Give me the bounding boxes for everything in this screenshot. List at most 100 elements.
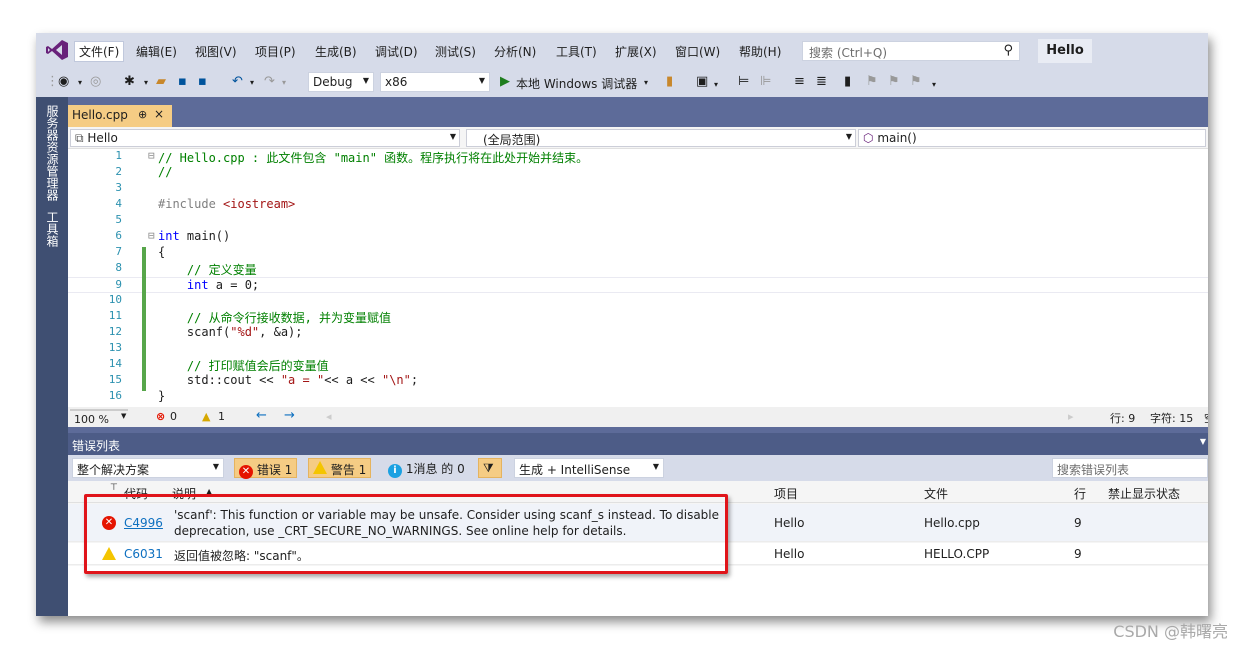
quick-launch-search[interactable]: 搜索 (Ctrl+Q) ⚲ bbox=[802, 41, 1020, 61]
menu-window[interactable]: 窗口(W) bbox=[675, 43, 720, 60]
redo-icon[interactable]: ↷ bbox=[264, 74, 275, 89]
undo-icon[interactable]: ↶ bbox=[232, 74, 243, 89]
screenshot-icon[interactable]: ▣ bbox=[696, 74, 708, 89]
prev-bookmark-icon[interactable]: ⚑ bbox=[866, 74, 878, 89]
code-area[interactable]: 1 ⊟// Hello.cpp : 此文件包含 "main" 函数。程序执行将在此… bbox=[68, 149, 1208, 407]
code-line[interactable]: 13 bbox=[68, 341, 1208, 357]
build-source-select[interactable]: 生成 + IntelliSense ▼ bbox=[514, 458, 664, 478]
save-all-icon[interactable]: ▪ bbox=[198, 74, 207, 89]
project-dropdown[interactable]: ⧉ Hello ▼ bbox=[70, 129, 460, 147]
comment-icon[interactable]: ≡ bbox=[794, 74, 805, 89]
configuration-select[interactable]: Debug ▼ bbox=[308, 72, 374, 92]
code-line[interactable]: 4 #include <iostream> bbox=[68, 197, 1208, 213]
warning-count-icon[interactable]: ▲ bbox=[202, 410, 210, 423]
column-suppression[interactable]: 禁止显示状态 bbox=[1108, 485, 1180, 502]
start-debug-button[interactable]: 本地 Windows 调试器 bbox=[516, 75, 637, 92]
filter-column-icon[interactable]: ⊤ bbox=[110, 483, 118, 493]
errors-filter-label: 错误 1 bbox=[256, 463, 293, 477]
outdent-icon[interactable]: ⊫ bbox=[760, 74, 771, 89]
configuration-value: Debug bbox=[313, 75, 353, 89]
error-count-icon[interactable]: ⊗ bbox=[156, 410, 165, 423]
next-bookmark-icon[interactable]: ⚑ bbox=[888, 74, 900, 89]
panel-menu-icon[interactable]: ▼ bbox=[1200, 437, 1206, 446]
code-line[interactable]: 14 // 打印赋值会后的变量值 bbox=[68, 357, 1208, 373]
back-dropdown-icon[interactable]: ▾ bbox=[78, 78, 82, 87]
forward-icon[interactable]: ◎ bbox=[90, 74, 101, 89]
fold-toggle-icon[interactable]: ⊟ bbox=[148, 149, 155, 162]
column-file[interactable]: 文件 bbox=[924, 485, 948, 502]
redo-dropdown-icon[interactable]: ▾ bbox=[282, 78, 286, 87]
fold-toggle-icon[interactable]: ⊟ bbox=[148, 229, 155, 242]
scope-filter-select[interactable]: 整个解决方案 ▼ bbox=[72, 458, 224, 478]
code-line[interactable]: 15 std::cout << "a = "<< a << "\n"; bbox=[68, 373, 1208, 389]
bookmark-icon[interactable]: ▮ bbox=[844, 74, 851, 89]
back-icon[interactable]: ◉ bbox=[58, 74, 69, 89]
code-line[interactable]: 8 // 定义变量 bbox=[68, 261, 1208, 277]
code-line[interactable]: 3 bbox=[68, 181, 1208, 197]
column-line[interactable]: 行 bbox=[1074, 485, 1086, 502]
zoom-value: 100 % bbox=[74, 413, 109, 426]
errors-filter-button[interactable]: ✕ 错误 1 bbox=[234, 458, 298, 479]
menu-test[interactable]: 测试(S) bbox=[435, 43, 476, 60]
undo-dropdown-icon[interactable]: ▾ bbox=[250, 78, 254, 87]
warnings-filter-button[interactable]: 警告 1 bbox=[308, 458, 372, 478]
code-line[interactable]: 7{ bbox=[68, 245, 1208, 261]
pin-icon[interactable]: ⊕ bbox=[138, 108, 147, 121]
find-in-files-icon[interactable]: ▮ bbox=[666, 74, 673, 89]
column-project[interactable]: 项目 bbox=[774, 485, 798, 502]
menu-analyze[interactable]: 分析(N) bbox=[494, 43, 536, 60]
toolbox-tab[interactable]: 工具箱 bbox=[44, 211, 61, 247]
project-value: Hello bbox=[87, 131, 118, 145]
indent-icon[interactable]: ⊨ bbox=[738, 74, 749, 89]
error-list-search-input[interactable]: 搜索错误列表 bbox=[1052, 458, 1208, 478]
menu-help[interactable]: 帮助(H) bbox=[739, 43, 781, 60]
menu-build[interactable]: 生成(B) bbox=[315, 43, 357, 60]
code-line[interactable]: 16} bbox=[68, 389, 1208, 405]
code-line[interactable]: 12 scanf("%d", &a); bbox=[68, 325, 1208, 341]
new-project-icon[interactable]: ✱ bbox=[124, 74, 135, 89]
scroll-right-icon[interactable]: ▸ bbox=[1068, 410, 1074, 423]
filter-toggle-button[interactable]: ⧩ bbox=[478, 458, 502, 478]
menu-tools[interactable]: 工具(T) bbox=[556, 43, 597, 60]
scroll-left-icon[interactable]: ◂ bbox=[326, 410, 332, 423]
menu-debug[interactable]: 调试(D) bbox=[375, 43, 418, 60]
clear-bookmarks-icon[interactable]: ⚑ bbox=[910, 74, 922, 89]
code-line[interactable]: 9 int a = 0; bbox=[68, 277, 1208, 293]
previous-issue-icon[interactable]: ← bbox=[256, 408, 267, 423]
toolbar-overflow-icon[interactable]: ▾ bbox=[932, 80, 936, 89]
menu-view[interactable]: 视图(V) bbox=[195, 43, 237, 60]
start-debug-icon[interactable]: ▶ bbox=[500, 74, 510, 89]
close-icon[interactable]: × bbox=[154, 107, 164, 121]
line-number: 10 bbox=[108, 293, 122, 306]
platform-select[interactable]: x86 ▼ bbox=[380, 72, 490, 92]
menu-edit[interactable]: 编辑(E) bbox=[136, 43, 177, 60]
debug-target-dropdown-icon[interactable]: ▾ bbox=[644, 78, 648, 87]
overflow-icon[interactable]: ▾ bbox=[714, 80, 718, 89]
line-number: 2 bbox=[115, 165, 122, 178]
member-dropdown[interactable]: ⬡ main() bbox=[858, 129, 1206, 147]
scope-dropdown[interactable]: (全局范围) ▼ bbox=[466, 129, 856, 147]
code-line[interactable]: 11 // 从命令行接收数据, 并为变量赋值 bbox=[68, 309, 1208, 325]
new-dropdown-icon[interactable]: ▾ bbox=[144, 78, 148, 87]
code-line[interactable]: 2 // bbox=[68, 165, 1208, 181]
code-line[interactable]: 1 ⊟// Hello.cpp : 此文件包含 "main" 函数。程序执行将在此… bbox=[68, 149, 1208, 165]
menu-project[interactable]: 项目(P) bbox=[255, 43, 296, 60]
code-editor[interactable]: ⧉ Hello ▼ (全局范围) ▼ ⬡ main() 1 ⊟// Hello.c… bbox=[68, 127, 1208, 427]
next-issue-icon[interactable]: → bbox=[284, 408, 295, 423]
code-text: // 打印赋值会后的变量值 bbox=[158, 359, 329, 373]
code-line[interactable]: 6 ⊟ int main() bbox=[68, 229, 1208, 245]
open-folder-icon[interactable]: ▰ bbox=[156, 74, 166, 89]
code-text: int main() bbox=[158, 229, 231, 243]
server-explorer-tab[interactable]: 服务器资源管理器 bbox=[44, 105, 61, 201]
save-icon[interactable]: ▪ bbox=[178, 74, 187, 89]
tab-hello-cpp[interactable]: Hello.cpp ⊕ × bbox=[68, 105, 172, 127]
code-line[interactable]: 10 bbox=[68, 293, 1208, 309]
code-line[interactable]: 5 bbox=[68, 213, 1208, 229]
menu-file[interactable]: 文件(F) bbox=[74, 41, 125, 62]
menu-extensions[interactable]: 扩展(X) bbox=[615, 43, 657, 60]
scope-filter-value: 整个解决方案 bbox=[77, 463, 150, 477]
uncomment-icon[interactable]: ≣ bbox=[816, 74, 827, 89]
messages-filter-button[interactable]: i 1消息 的 0 bbox=[384, 458, 469, 478]
zoom-select[interactable]: 100 % ▼ bbox=[70, 409, 128, 426]
error-project: Hello bbox=[774, 516, 805, 530]
